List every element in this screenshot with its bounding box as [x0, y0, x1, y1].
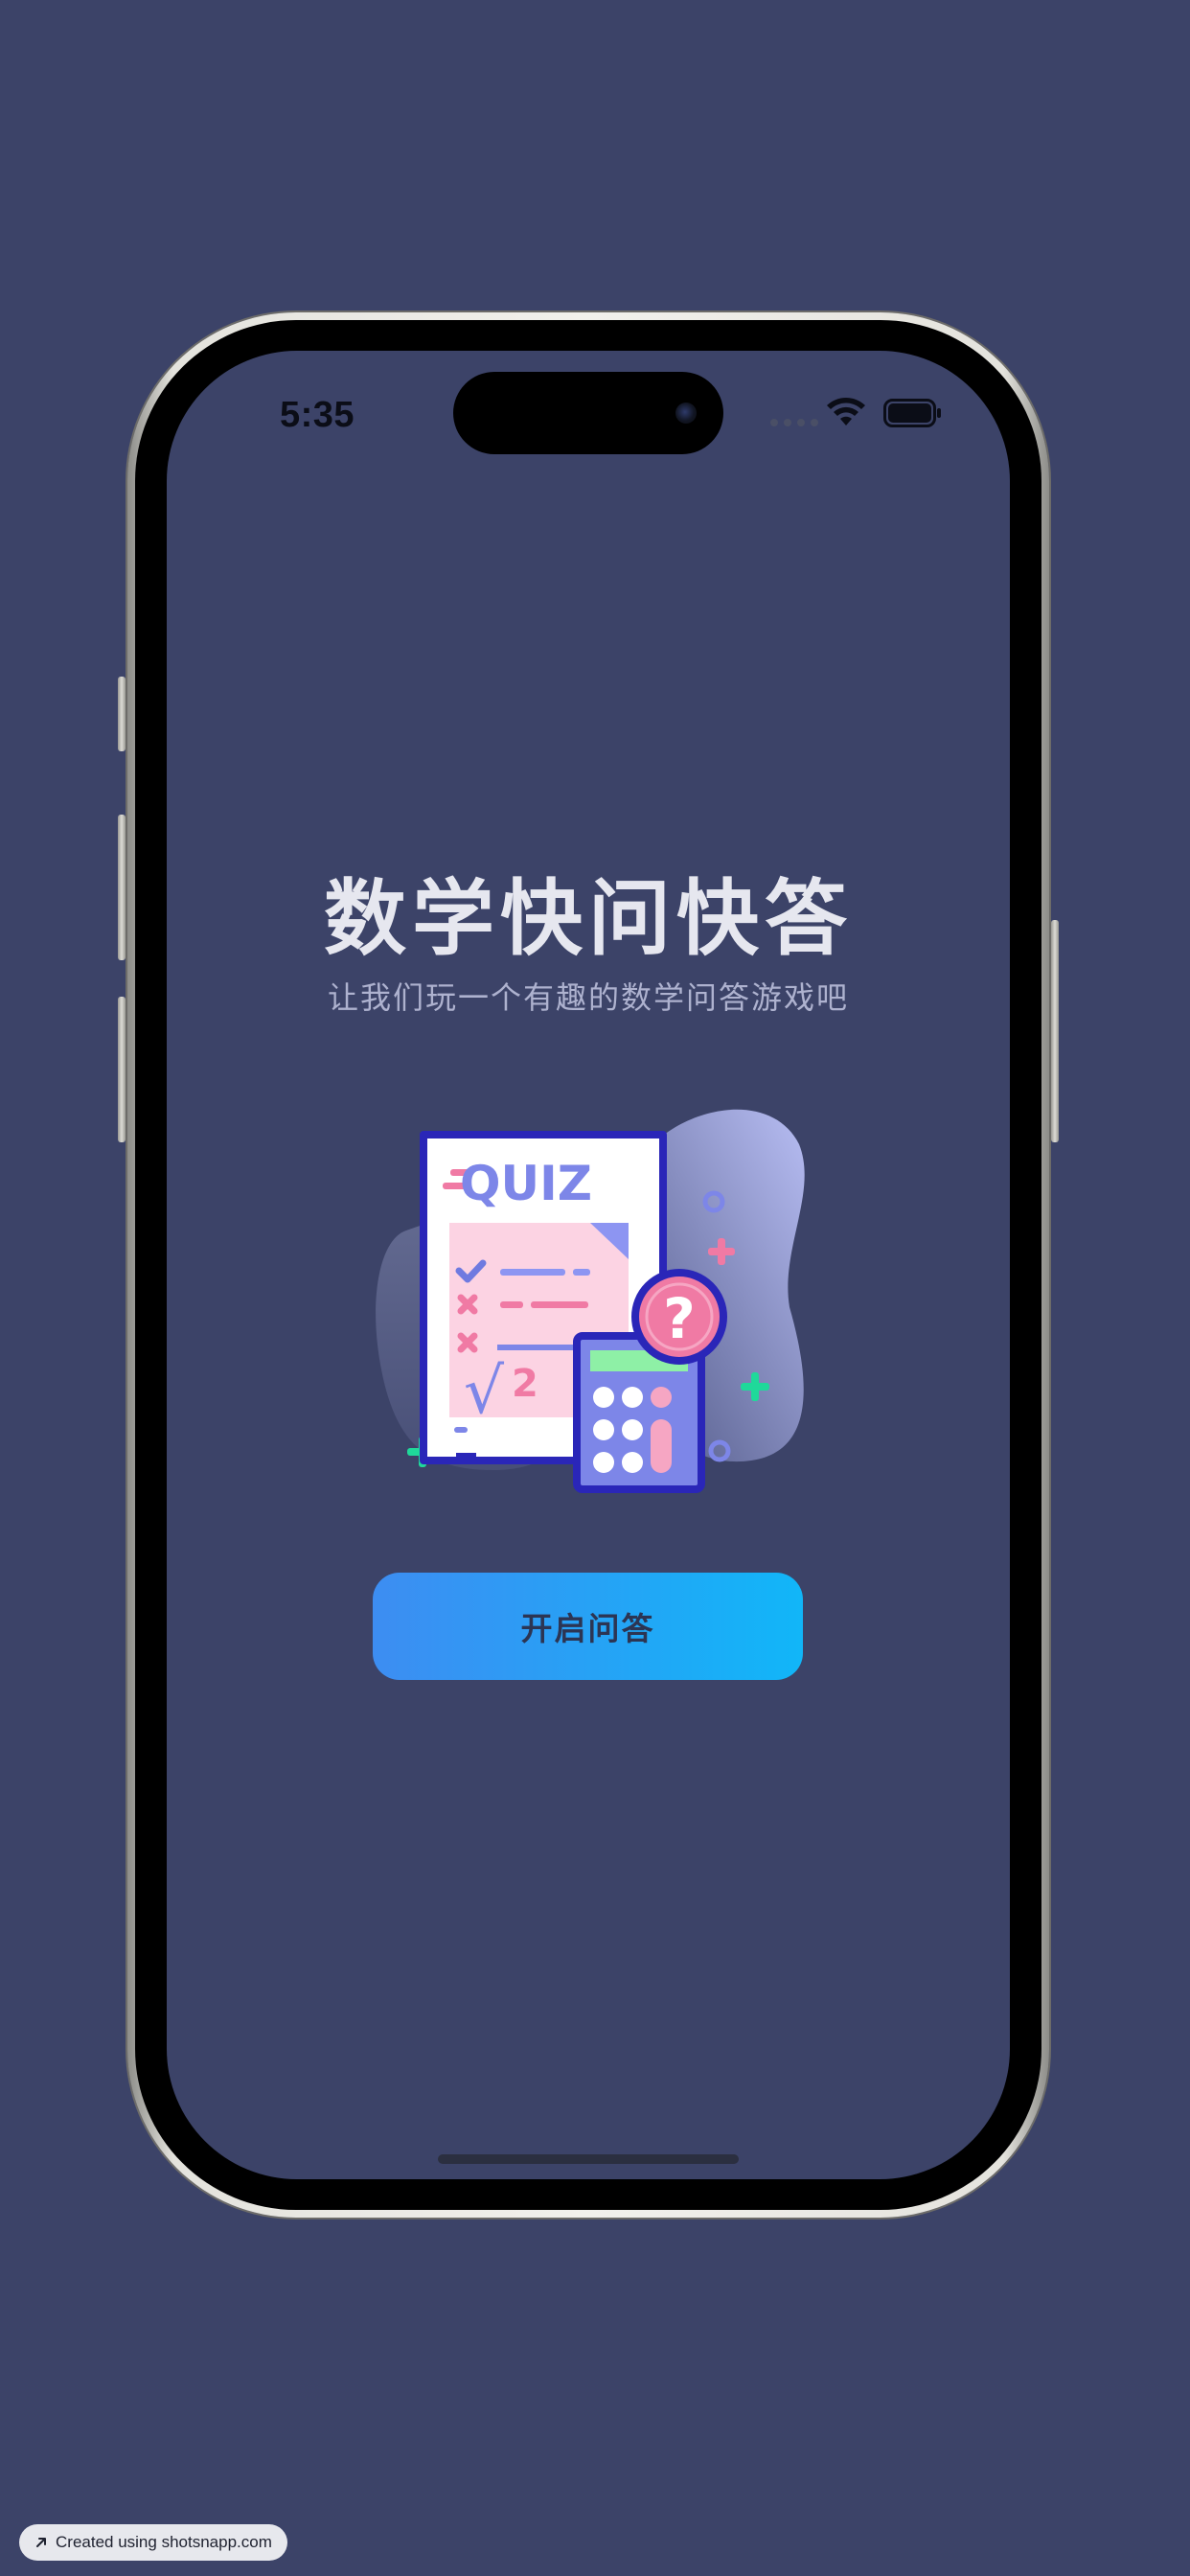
phone-power-button	[1051, 920, 1059, 1142]
watermark-text: Created using shotsnapp.com	[56, 2533, 272, 2551]
quiz-label: QUIZ	[460, 1156, 592, 1211]
phone-volume-up-button	[118, 815, 126, 960]
arrow-up-right-icon	[36, 2538, 46, 2547]
quiz-illustration: QUIZ √ 2 ?	[376, 1109, 805, 1493]
start-quiz-button[interactable]: 开启问答	[373, 1573, 803, 1680]
phone-volume-down-button	[118, 997, 126, 1142]
page-title: 数学快问快答	[324, 871, 853, 967]
home-indicator[interactable]	[438, 2154, 739, 2164]
app-screen: 5:35 数学快问快答 让我们玩一个有趣的数学问答游戏吧 QUIZ √ 2 ? …	[167, 351, 1010, 2179]
question-badge-icon: ?	[631, 1269, 727, 1365]
battery-icon	[883, 399, 941, 427]
camera-icon	[675, 402, 697, 424]
cellular-signal-icon	[770, 419, 818, 426]
sqrt-symbol: √	[464, 1354, 505, 1428]
status-time: 5:35	[280, 395, 355, 435]
svg-text:?: ?	[663, 1286, 696, 1351]
shotsnapp-watermark[interactable]: Created using shotsnapp.com	[19, 2524, 287, 2561]
exponent-two: 2	[512, 1362, 538, 1406]
phone-action-button	[118, 677, 126, 751]
wifi-icon	[827, 398, 865, 426]
page-subtitle: 让我们玩一个有趣的数学问答游戏吧	[327, 979, 849, 1016]
dynamic-island	[453, 372, 723, 454]
